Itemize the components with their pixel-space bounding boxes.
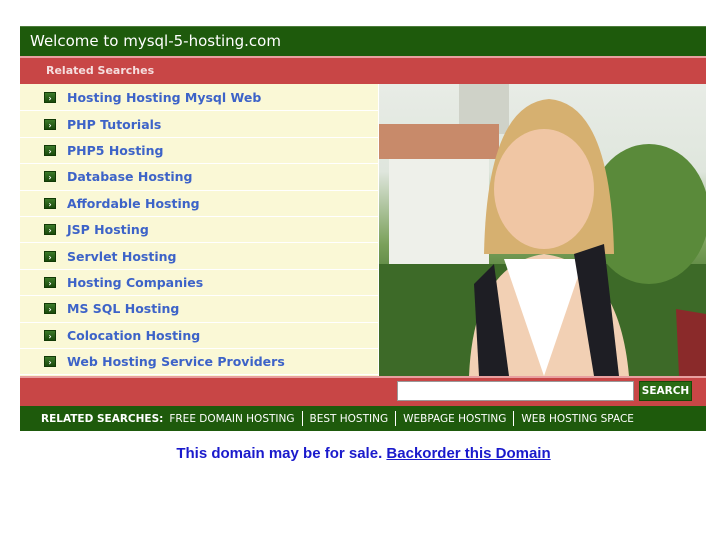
face-shape [494,129,594,249]
related-link[interactable]: Web Hosting Service Providers [67,354,285,369]
related-link[interactable]: Affordable Hosting [67,196,200,211]
arrow-right-icon: › [44,118,56,130]
domain-sale-notice: This domain may be for sale. Backorder t… [0,445,727,462]
woman-photo-illustration [379,84,706,376]
related-links-list: › Hosting Hosting Mysql Web › PHP Tutorial… [20,84,378,376]
arrow-right-icon: › [44,250,56,262]
footer-link[interactable]: WEBPAGE HOSTING [403,413,506,425]
list-item[interactable]: › Hosting Companies [20,270,378,297]
building-shape [389,159,489,269]
related-link[interactable]: Servlet Hosting [67,249,176,264]
arrow-right-icon: › [44,224,56,236]
related-link[interactable]: PHP Tutorials [67,117,161,132]
related-link[interactable]: Colocation Hosting [67,328,200,343]
content-area: › Hosting Hosting Mysql Web › PHP Tutorial… [20,84,706,376]
list-item[interactable]: › MS SQL Hosting [20,296,378,323]
related-searches-label: RELATED SEARCHES: [41,412,164,425]
divider [301,411,303,426]
arrow-right-icon: › [44,92,56,104]
footer-link[interactable]: FREE DOMAIN HOSTING [169,413,294,425]
search-input[interactable] [397,381,634,401]
search-bar: SEARCH [20,376,706,406]
related-link[interactable]: Hosting Hosting Mysql Web [67,90,261,105]
related-searches-heading-bar: Related Searches [20,56,706,84]
site-header: Welcome to mysql-5-hosting.com [20,26,706,56]
related-searches-footer: RELATED SEARCHES: FREE DOMAIN HOSTING BE… [20,406,706,431]
list-item[interactable]: › Affordable Hosting [20,191,378,217]
arrow-right-icon: › [44,329,56,341]
backpack-body [676,309,706,376]
related-link[interactable]: MS SQL Hosting [67,301,179,316]
hero-photo [378,84,706,376]
list-item[interactable]: › Servlet Hosting [20,243,378,270]
arrow-right-icon: › [44,197,56,209]
related-searches-heading: Related Searches [46,64,155,77]
sale-text: This domain may be for sale. [176,445,383,462]
list-item[interactable]: › Colocation Hosting [20,323,378,349]
list-item[interactable]: › Hosting Hosting Mysql Web [20,85,378,112]
divider [513,411,515,426]
arrow-right-icon: › [44,144,56,156]
footer-link[interactable]: BEST HOSTING [310,413,389,425]
arrow-right-icon: › [44,303,56,315]
list-item[interactable]: › JSP Hosting [20,217,378,244]
backorder-link[interactable]: Backorder this Domain [386,445,550,462]
related-link[interactable]: JSP Hosting [67,222,149,237]
related-link[interactable]: Database Hosting [67,169,192,184]
list-item[interactable]: › Web Hosting Service Providers [20,349,378,376]
related-link[interactable]: Hosting Companies [67,275,203,290]
footer-link[interactable]: WEB HOSTING SPACE [521,413,634,425]
arrow-right-icon: › [44,171,56,183]
list-item[interactable]: › Database Hosting [20,164,378,191]
site-title: Welcome to mysql-5-hosting.com [30,32,281,50]
list-item[interactable]: › PHP Tutorials [20,111,378,138]
divider [395,411,397,426]
arrow-right-icon: › [44,356,56,368]
page-container: Welcome to mysql-5-hosting.com Related S… [20,26,706,431]
search-button[interactable]: SEARCH [639,381,692,401]
related-link[interactable]: PHP5 Hosting [67,143,163,158]
list-item[interactable]: › PHP5 Hosting [20,138,378,165]
arrow-right-icon: › [44,276,56,288]
roof-shape [379,124,499,159]
